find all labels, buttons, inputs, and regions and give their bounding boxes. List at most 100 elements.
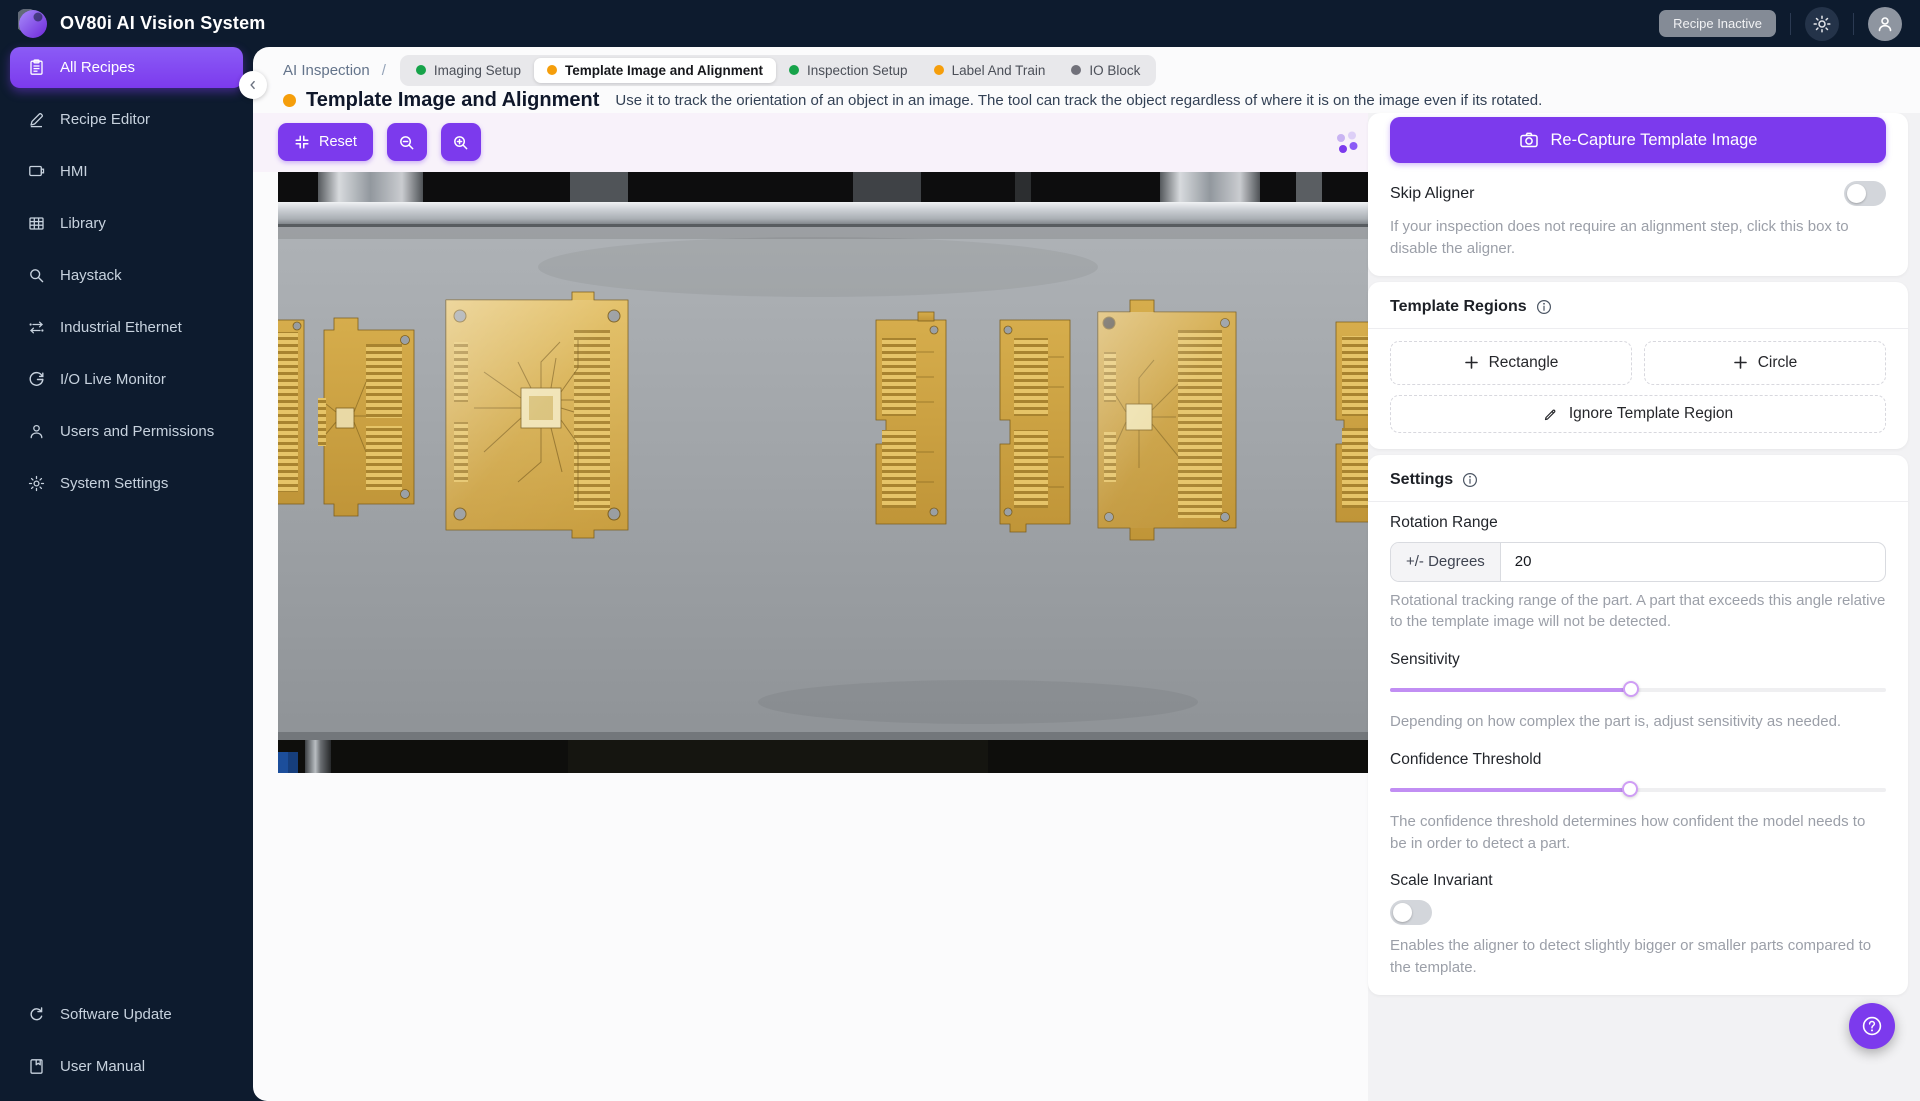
theme-toggle-button[interactable] — [1805, 7, 1839, 41]
sidebar-item-label: Recipe Editor — [60, 111, 150, 128]
sidebar-item-label: I/O Live Monitor — [60, 371, 166, 388]
sidebar-item-label: Users and Permissions — [60, 423, 214, 440]
rotation-range-input-group: +/- Degrees 20 — [1390, 542, 1886, 582]
recipes-icon — [28, 59, 45, 76]
gear-icon — [28, 475, 45, 492]
tab-inspection-setup[interactable]: Inspection Setup — [776, 58, 921, 83]
user-icon — [28, 423, 45, 440]
question-icon — [1859, 1013, 1885, 1039]
circle-label: Circle — [1758, 354, 1798, 372]
sidebar-item-hmi[interactable]: HMI — [10, 151, 243, 192]
breadcrumb-root[interactable]: AI Inspection — [283, 62, 370, 79]
search-icon — [28, 267, 45, 284]
skip-aligner-toggle[interactable] — [1844, 181, 1886, 206]
skip-aligner-description: If your inspection does not require an a… — [1390, 216, 1886, 260]
skip-aligner-label: Skip Aligner — [1390, 185, 1475, 203]
divider — [1368, 501, 1908, 502]
slider-thumb[interactable] — [1623, 681, 1639, 697]
sensitivity-slider[interactable] — [1390, 681, 1886, 697]
status-dot — [934, 65, 944, 75]
zoom-in-button[interactable] — [441, 123, 481, 161]
help-button[interactable] — [1849, 1003, 1895, 1049]
user-avatar[interactable] — [1868, 7, 1902, 41]
recipe-status-badge: Recipe Inactive — [1659, 10, 1776, 37]
toggle-knob — [1393, 903, 1412, 922]
rotation-range-value[interactable]: 20 — [1501, 543, 1885, 581]
sidebar-item-all-recipes[interactable]: All Recipes — [10, 47, 243, 88]
reset-view-button[interactable]: Reset — [278, 123, 373, 161]
add-rectangle-region-button[interactable]: Rectangle — [1390, 341, 1632, 385]
step-tabs: Imaging Setup Template Image and Alignme… — [400, 55, 1157, 86]
sidebar-item-recipe-editor[interactable]: Recipe Editor — [10, 99, 243, 140]
tab-imaging-setup[interactable]: Imaging Setup — [403, 58, 534, 83]
content-area: AI Inspection / Imaging Setup Template I… — [253, 47, 1920, 1101]
reset-label: Reset — [319, 134, 357, 150]
ignore-template-region-button[interactable]: Ignore Template Region — [1390, 395, 1886, 433]
status-dot — [789, 65, 799, 75]
slider-thumb[interactable] — [1622, 781, 1638, 797]
marker-icon — [1543, 406, 1559, 422]
info-icon[interactable] — [1536, 299, 1552, 315]
plus-icon — [1464, 355, 1479, 370]
sidebar-item-system-settings[interactable]: System Settings — [10, 463, 243, 504]
tab-label-and-train[interactable]: Label And Train — [921, 58, 1059, 83]
sidebar-item-software-update[interactable]: Software Update — [10, 994, 243, 1035]
status-dot — [1071, 65, 1081, 75]
confidence-threshold-slider[interactable] — [1390, 781, 1886, 797]
zoom-out-button[interactable] — [387, 123, 427, 161]
sidebar-item-industrial-ethernet[interactable]: Industrial Ethernet — [10, 307, 243, 348]
template-image-viewport[interactable] — [278, 172, 1373, 773]
collapse-icon — [294, 134, 310, 150]
tab-label: IO Block — [1089, 63, 1140, 78]
app-logo-icon — [18, 9, 48, 39]
sidebar-item-label: System Settings — [60, 475, 168, 492]
sidebar-item-user-manual[interactable]: User Manual — [10, 1046, 243, 1087]
info-icon[interactable] — [1462, 472, 1478, 488]
sun-icon — [1813, 15, 1831, 33]
book-icon — [28, 1058, 45, 1075]
page-title-dot — [283, 94, 296, 107]
sidebar-item-label: HMI — [60, 163, 88, 180]
rotation-range-label: Rotation Range — [1390, 514, 1886, 532]
tab-template-image-and-alignment[interactable]: Template Image and Alignment — [534, 58, 776, 83]
recapture-template-image-button[interactable]: Re-Capture Template Image — [1390, 117, 1886, 163]
chevron-left-icon — [247, 79, 259, 91]
add-circle-region-button[interactable]: Circle — [1644, 341, 1886, 385]
sidebar-collapse-button[interactable] — [239, 71, 267, 99]
pcb-part-3 — [446, 292, 628, 538]
sidebar-item-haystack[interactable]: Haystack — [10, 255, 243, 296]
pcb-part-4 — [876, 312, 946, 524]
rotation-range-prefix: +/- Degrees — [1391, 543, 1501, 581]
sidebar-item-users-and-permissions[interactable]: Users and Permissions — [10, 411, 243, 452]
sidebar-item-library[interactable]: Library — [10, 203, 243, 244]
tab-io-block[interactable]: IO Block — [1058, 58, 1153, 83]
scale-invariant-toggle[interactable] — [1390, 900, 1432, 925]
sidebar-item-label: User Manual — [60, 1058, 145, 1075]
user-avatar-icon — [1876, 15, 1894, 33]
pcb-part-1 — [278, 320, 304, 504]
zoom-in-icon — [452, 134, 469, 151]
slider-fill — [1390, 788, 1630, 792]
sidebar-item-io-live-monitor[interactable]: I/O Live Monitor — [10, 359, 243, 400]
refresh-icon — [28, 1006, 45, 1023]
settings-card: Settings Rotation Range +/- Degrees 20 R… — [1368, 455, 1908, 995]
monitor-icon — [28, 163, 45, 180]
sidebar-item-label: Haystack — [60, 267, 122, 284]
zoom-out-icon — [398, 134, 415, 151]
divider — [1368, 328, 1908, 329]
app-title: OV80i AI Vision System — [60, 13, 266, 34]
breadcrumb-separator: / — [382, 62, 386, 79]
page-title: Template Image and Alignment — [306, 89, 599, 112]
topbar-divider — [1790, 13, 1791, 35]
drag-dots-icon[interactable] — [1333, 130, 1359, 156]
scale-invariant-description: Enables the aligner to detect slightly b… — [1390, 935, 1886, 979]
template-photo — [278, 172, 1373, 773]
sensitivity-description: Depending on how complex the part is, ad… — [1390, 711, 1886, 733]
pcb-part-2 — [318, 318, 414, 516]
topbar-divider — [1853, 13, 1854, 35]
top-bar: OV80i AI Vision System Recipe Inactive — [0, 0, 1920, 47]
tab-label: Label And Train — [952, 63, 1046, 78]
ignore-template-region-label: Ignore Template Region — [1569, 405, 1733, 423]
sidebar-item-label: Industrial Ethernet — [60, 319, 182, 336]
network-arrows-icon — [28, 319, 45, 336]
